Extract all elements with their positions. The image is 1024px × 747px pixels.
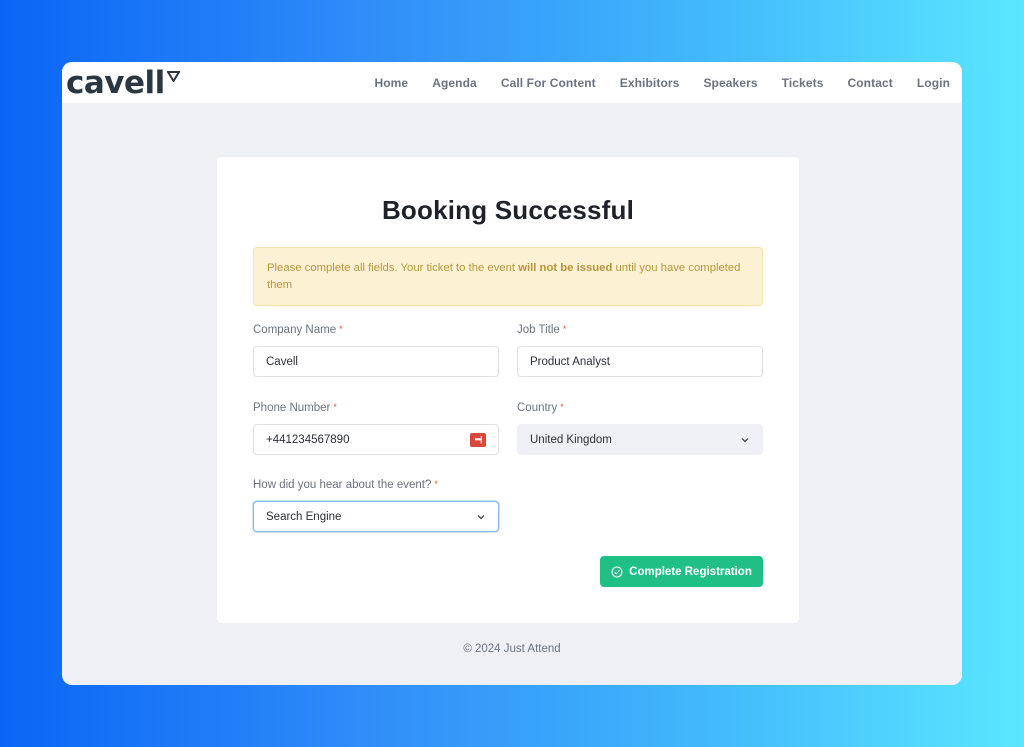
browser-window: cavell Home Agenda Call For Content Exhi…: [62, 62, 962, 685]
nav-exhibitors[interactable]: Exhibitors: [620, 76, 680, 90]
nav-tickets[interactable]: Tickets: [782, 76, 824, 90]
referral-source-label: How did you hear about the event? *: [253, 479, 438, 491]
phone-number-field: Phone Number * +441234567890 •••|: [253, 402, 499, 455]
alert-text: Please complete all fields. Your ticket …: [267, 262, 519, 274]
button-label: Complete Registration: [629, 565, 752, 578]
required-mark: *: [434, 479, 438, 489]
page-title: Booking Successful: [381, 195, 635, 225]
phone-number-input[interactable]: +441234567890 •••|: [253, 424, 499, 455]
company-name-label: Company Name *: [253, 324, 343, 336]
logo[interactable]: cavell: [66, 68, 180, 99]
job-title-label: Job Title *: [517, 324, 567, 336]
country-select[interactable]: United Kingdom: [517, 424, 763, 455]
referral-source-select[interactable]: Search Engine: [253, 501, 499, 532]
main-nav: Home Agenda Call For Content Exhibitors …: [350, 76, 950, 90]
nav-call-for-content[interactable]: Call For Content: [501, 76, 596, 90]
required-mark: *: [333, 402, 337, 412]
country-label: Country *: [517, 402, 564, 414]
alert-emphasis: will not be issued: [518, 262, 613, 274]
complete-registration-button[interactable]: Complete Registration: [600, 556, 763, 587]
job-title-field: Job Title * Product Analyst: [517, 324, 763, 377]
nav-login[interactable]: Login: [917, 76, 950, 90]
chevron-down-icon: [741, 437, 749, 442]
required-mark: *: [339, 324, 343, 334]
logo-triangle-icon: [166, 71, 180, 82]
nav-home[interactable]: Home: [374, 76, 408, 90]
nav-agenda[interactable]: Agenda: [432, 76, 477, 90]
country-field: Country * United Kingdom: [517, 402, 763, 455]
chevron-down-icon: [477, 514, 485, 519]
referral-source-field: How did you hear about the event? * Searc…: [253, 479, 499, 532]
nav-speakers[interactable]: Speakers: [703, 76, 757, 90]
required-mark: *: [560, 402, 564, 412]
warning-alert: Please complete all fields. Your ticket …: [253, 247, 763, 306]
registration-card: Booking Successful Please complete all f…: [217, 157, 799, 623]
top-navigation: cavell Home Agenda Call For Content Exhi…: [62, 62, 962, 103]
nav-contact[interactable]: Contact: [847, 76, 892, 90]
job-title-input[interactable]: Product Analyst: [517, 346, 763, 377]
check-circle-icon: [611, 566, 623, 577]
required-mark: *: [562, 324, 567, 334]
company-name-input[interactable]: Cavell: [253, 346, 499, 377]
phone-number-label: Phone Number *: [253, 402, 337, 414]
footer-copyright: © 2024 Just Attend: [463, 643, 561, 655]
company-name-field: Company Name * Cavell: [253, 324, 499, 377]
password-manager-icon[interactable]: •••|: [470, 432, 486, 447]
logo-text: cavell: [66, 65, 165, 101]
